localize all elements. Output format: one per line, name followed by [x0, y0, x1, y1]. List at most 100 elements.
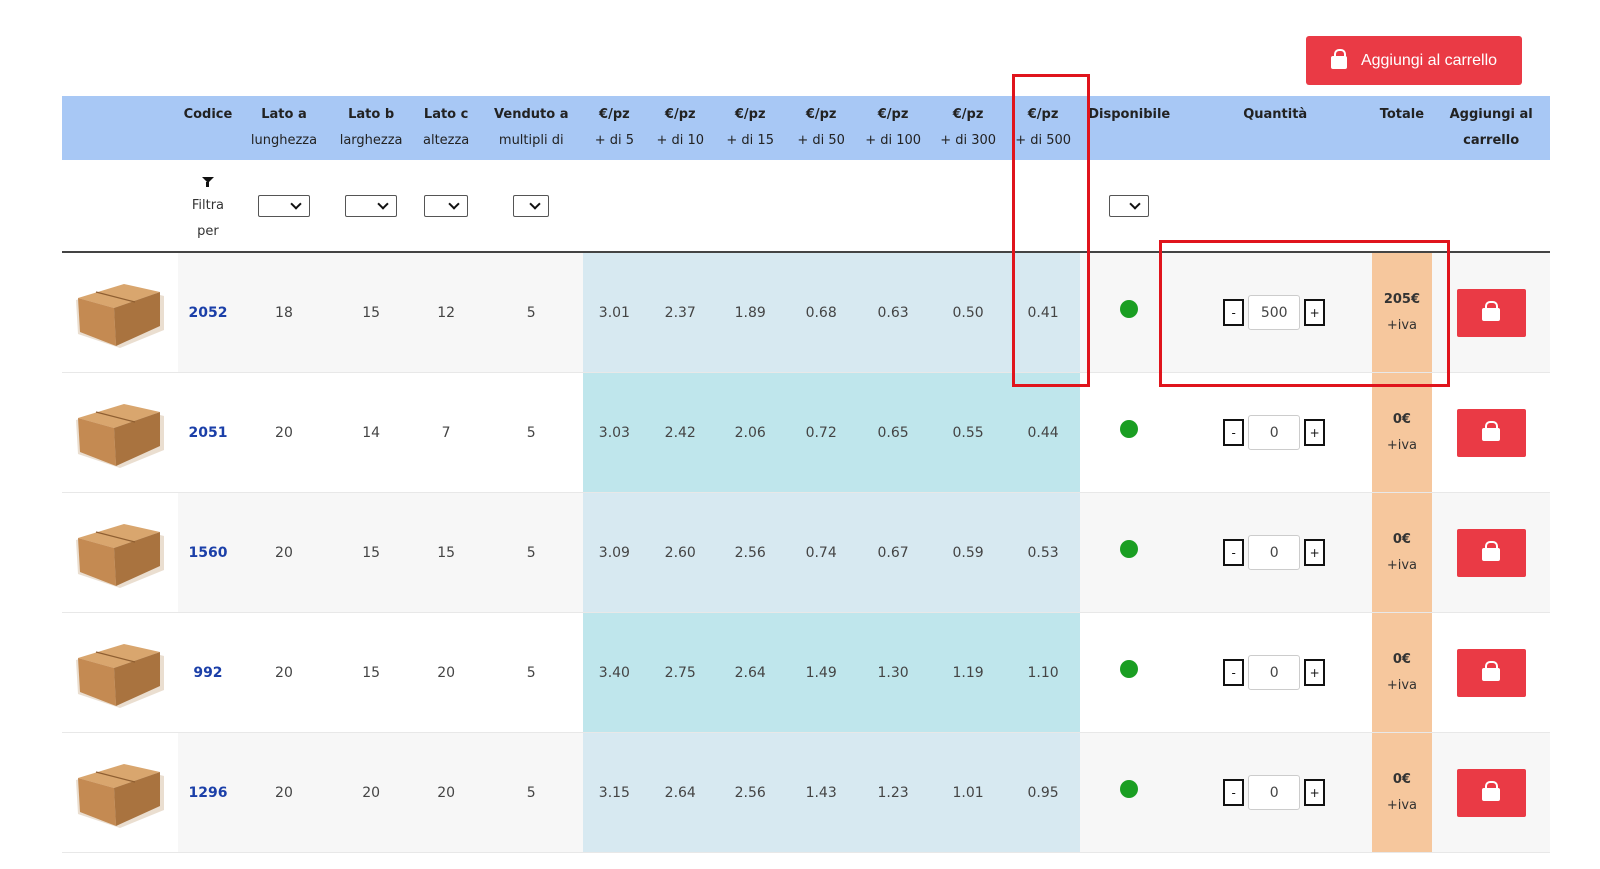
cardboard-box-image — [75, 283, 164, 348]
filter-available-cell — [1079, 160, 1179, 253]
quantity-stepper: - + — [1223, 295, 1326, 330]
side-b: 15 — [329, 612, 413, 733]
quantity-plus-button[interactable]: + — [1304, 419, 1326, 446]
header-price-300: €/pz + di 300 — [929, 96, 1007, 160]
shopping-bag-icon — [1482, 301, 1501, 321]
quantity-plus-button[interactable]: + — [1304, 539, 1326, 566]
price-10: 2.42 — [645, 372, 715, 493]
price-500: 0.53 — [1006, 492, 1080, 613]
price-5: 3.03 — [582, 372, 646, 493]
price-500: 0.44 — [1006, 372, 1080, 493]
price-15: 1.89 — [714, 252, 786, 373]
side-a: 20 — [238, 492, 330, 613]
quantity-minus-button[interactable]: - — [1223, 779, 1245, 806]
available-cell — [1079, 492, 1179, 613]
quantity-input[interactable] — [1248, 295, 1301, 330]
header-price-5: €/pz + di 5 — [582, 96, 646, 160]
header-price-10: €/pz + di 10 — [645, 96, 715, 160]
price-15: 2.64 — [714, 612, 786, 733]
product-image-cell — [62, 372, 178, 493]
available-cell — [1079, 372, 1179, 493]
header-price-15: €/pz + di 15 — [714, 96, 786, 160]
add-to-cart-top-label: Aggiungi al carrello — [1360, 51, 1498, 69]
filter-side-b-select[interactable] — [345, 194, 398, 217]
side-a: 20 — [238, 732, 330, 853]
price-300: 0.59 — [929, 492, 1007, 613]
add-to-cart-button[interactable] — [1456, 528, 1526, 577]
product-code-cell: 992 — [177, 612, 239, 733]
total-vat: +iva — [1386, 677, 1417, 693]
available-dot-icon — [1120, 539, 1139, 558]
side-a: 20 — [238, 372, 330, 493]
table-row: 2051 20 14 7 5 3.03 2.42 2.06 0.72 0.65 … — [62, 372, 1550, 493]
add-to-cart-button[interactable] — [1456, 768, 1526, 817]
quantity-input[interactable] — [1248, 775, 1301, 810]
total-vat: +iva — [1386, 317, 1417, 333]
header-total: Totale — [1371, 96, 1433, 160]
price-10: 2.75 — [645, 612, 715, 733]
price-10: 2.64 — [645, 732, 715, 853]
header-price-100: €/pz + di 100 — [856, 96, 930, 160]
quantity-cell: - + — [1178, 372, 1372, 493]
available-dot-icon — [1120, 419, 1139, 438]
filter-row: Filtra per — [62, 160, 1550, 253]
total-cell: 205€ +iva — [1371, 252, 1433, 373]
header-code: Codice — [177, 96, 239, 160]
filter-side-c-select[interactable] — [424, 194, 469, 217]
table-row: 1296 20 20 20 5 3.15 2.64 2.56 1.43 1.23… — [62, 732, 1550, 853]
quantity-minus-button[interactable]: - — [1223, 659, 1245, 686]
filter-available-select[interactable] — [1109, 194, 1150, 217]
product-code-cell: 1296 — [177, 732, 239, 853]
product-code[interactable]: 1296 — [188, 785, 227, 801]
table-row: 2052 18 15 12 5 3.01 2.37 1.89 0.68 0.63… — [62, 252, 1550, 373]
price-100: 0.65 — [856, 372, 930, 493]
add-to-cart-button[interactable] — [1456, 408, 1526, 457]
quantity-input[interactable] — [1248, 535, 1301, 570]
side-a: 20 — [238, 612, 330, 733]
side-c: 20 — [412, 732, 480, 853]
filter-icon — [201, 176, 214, 187]
quantity-minus-button[interactable]: - — [1223, 419, 1245, 446]
total-value: 0€ — [1392, 651, 1411, 667]
price-50: 0.68 — [785, 252, 857, 373]
add-to-cart-button[interactable] — [1456, 288, 1526, 337]
quantity-plus-button[interactable]: + — [1304, 299, 1326, 326]
add-to-cart-cell — [1432, 492, 1550, 613]
header-image — [62, 96, 178, 160]
product-code[interactable]: 2052 — [188, 305, 227, 321]
filter-multiples-select[interactable] — [513, 194, 550, 217]
product-code[interactable]: 1560 — [188, 545, 227, 561]
filter-side-a-cell — [238, 160, 330, 253]
product-image-cell — [62, 732, 178, 853]
quantity-minus-button[interactable]: - — [1223, 299, 1245, 326]
sold-multiples: 5 — [479, 252, 583, 373]
quantity-plus-button[interactable]: + — [1304, 659, 1326, 686]
header-quantity: Quantità — [1178, 96, 1372, 160]
quantity-input[interactable] — [1248, 415, 1301, 450]
filter-side-b-cell — [329, 160, 413, 253]
quantity-cell: - + — [1178, 732, 1372, 853]
price-50: 0.72 — [785, 372, 857, 493]
price-100: 1.23 — [856, 732, 930, 853]
filter-side-a-select[interactable] — [257, 194, 310, 217]
header-available: Disponibile — [1079, 96, 1179, 160]
add-to-cart-cell — [1432, 372, 1550, 493]
available-dot-icon — [1120, 299, 1139, 318]
quantity-input[interactable] — [1248, 655, 1301, 690]
price-50: 0.74 — [785, 492, 857, 613]
price-500: 1.10 — [1006, 612, 1080, 733]
add-to-cart-top-button[interactable]: Aggiungi al carrello — [1306, 36, 1522, 85]
available-cell — [1079, 732, 1179, 853]
product-code[interactable]: 992 — [193, 665, 222, 681]
header-side-a: Lato a lunghezza — [238, 96, 330, 160]
add-to-cart-button[interactable] — [1456, 648, 1526, 697]
price-50: 1.43 — [785, 732, 857, 853]
header-side-b: Lato b larghezza — [329, 96, 413, 160]
cardboard-box-image — [75, 763, 164, 828]
quantity-plus-button[interactable]: + — [1304, 779, 1326, 806]
available-dot-icon — [1120, 659, 1139, 678]
total-vat: +iva — [1386, 437, 1417, 453]
quantity-minus-button[interactable]: - — [1223, 539, 1245, 566]
price-15: 2.56 — [714, 732, 786, 853]
product-code[interactable]: 2051 — [188, 425, 227, 441]
